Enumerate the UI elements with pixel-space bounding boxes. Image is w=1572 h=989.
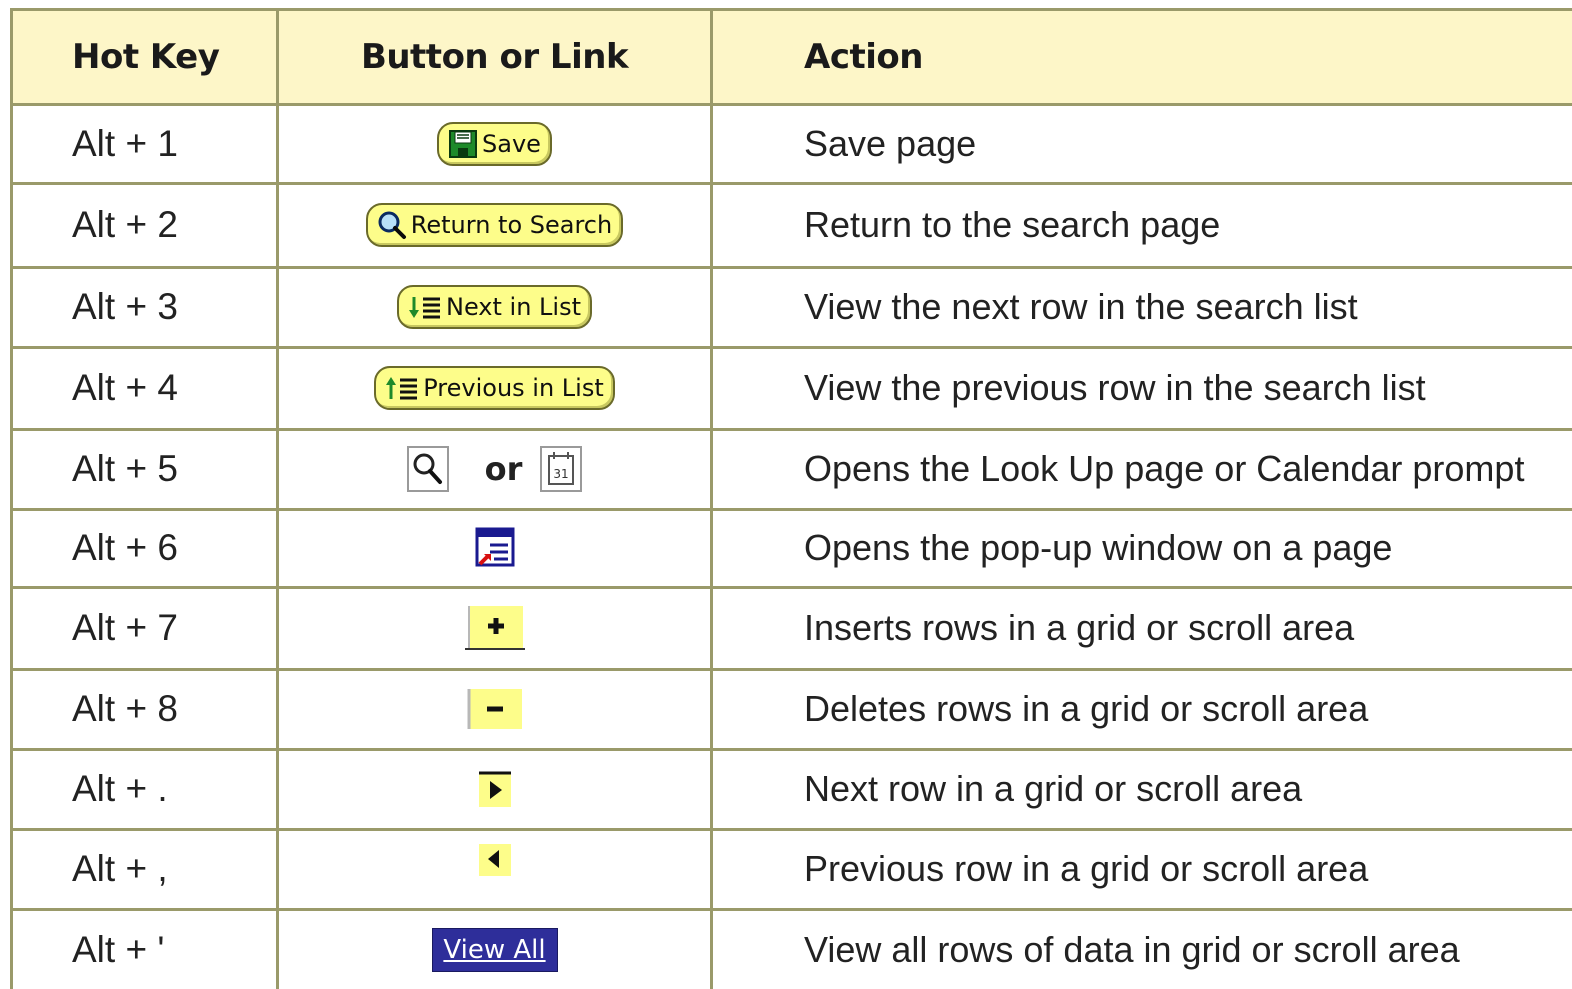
hotkey-cell: Alt + 5 (72, 448, 178, 489)
button-cell: or 31 (279, 430, 710, 508)
action-cell: Save page (804, 123, 977, 164)
button-cell (279, 670, 710, 748)
table-row: Alt + , Previous row in a grid or scroll… (0, 830, 1572, 908)
table-row: Alt + 1 Save Save page (0, 106, 1572, 182)
table-row: Alt + 3 Next in List View the next row i… (0, 268, 1572, 346)
return-to-search-button[interactable]: Return to Search (365, 203, 624, 247)
previous-in-list-button[interactable]: Previous in List (374, 366, 615, 410)
hotkey-cell: Alt + 8 (72, 688, 178, 729)
action-cell: Deletes rows in a grid or scroll area (804, 688, 1369, 729)
next-in-list-label: Next in List (446, 293, 581, 321)
hotkey-cell: Alt + 6 (72, 527, 178, 568)
view-all-link[interactable]: View All (431, 927, 558, 972)
button-cell (279, 588, 710, 668)
hotkey-cell: Alt + 7 (72, 607, 178, 648)
up-arrow-list-icon (385, 375, 419, 401)
hotkey-cell: Alt + 3 (72, 286, 178, 327)
button-cell: View All (279, 910, 710, 989)
action-cell: Next row in a grid or scroll area (804, 768, 1303, 809)
floppy-disk-icon (448, 129, 478, 159)
table-row: Alt + 2 Return to Search Return to the s… (0, 184, 1572, 266)
hotkey-cell: Alt + . (72, 768, 168, 809)
table-row: Alt + 5 or 31 Opens the Look Up page or … (0, 430, 1572, 508)
grid-line (10, 908, 1572, 911)
return-to-search-label: Return to Search (410, 211, 613, 239)
grid-line (10, 182, 1572, 185)
previous-in-list-label: Previous in List (423, 374, 604, 402)
popup-window-icon[interactable] (474, 526, 516, 570)
grid-line (10, 748, 1572, 751)
lookup-button[interactable] (406, 446, 449, 492)
table-row: Alt + 4 Previous in List View the previo… (0, 348, 1572, 428)
header-button-or-link: Button or Link (360, 37, 629, 77)
button-cell: Return to Search (279, 184, 710, 266)
action-cell: View the previous row in the search list (804, 367, 1426, 408)
hotkey-cell: Alt + 4 (72, 367, 178, 408)
grid-line (710, 8, 713, 989)
hotkey-cell: Alt + , (72, 848, 168, 889)
insert-row-plus-icon[interactable] (464, 604, 525, 652)
action-cell: Opens the Look Up page or Calendar promp… (804, 448, 1525, 489)
action-cell: Opens the pop-up window on a page (804, 527, 1393, 568)
table-row: Alt + 6 Opens the pop-up window on a pag… (0, 510, 1572, 586)
grid-line (10, 266, 1572, 269)
button-cell: Previous in List (279, 348, 710, 428)
button-cell (279, 510, 710, 586)
button-cell: Save (279, 106, 710, 182)
action-cell: Previous row in a grid or scroll area (804, 848, 1369, 889)
table-row: Alt + 8 Deletes rows in a grid or scroll… (0, 670, 1572, 748)
magnifier-icon (377, 210, 407, 240)
action-cell: View the next row in the search list (804, 286, 1358, 327)
table-row: Alt + 7 Inserts rows in a grid or scroll… (0, 588, 1572, 668)
hotkey-cell: Alt + 1 (72, 123, 178, 164)
grid-line (276, 8, 279, 989)
down-arrow-list-icon (408, 294, 442, 320)
button-cell (279, 750, 710, 828)
action-cell: Inserts rows in a grid or scroll area (804, 607, 1355, 648)
table-header-background (12, 10, 1572, 104)
grid-line (10, 8, 1572, 11)
header-hot-key: Hot Key (72, 37, 220, 77)
next-in-list-button[interactable]: Next in List (397, 285, 592, 329)
hotkey-cell: Alt + ' (72, 928, 165, 970)
save-button-label: Save (482, 130, 541, 158)
calendar-button[interactable]: 31 (540, 446, 583, 492)
svg-text:31: 31 (554, 467, 569, 481)
action-cell: Return to the search page (804, 204, 1221, 245)
table-row: Alt + . Next row in a grid or scroll are… (0, 750, 1572, 828)
button-cell: Next in List (279, 268, 710, 346)
grid-line (10, 103, 1572, 106)
grid-line (10, 346, 1572, 349)
or-text: or (484, 450, 523, 488)
button-cell (279, 830, 710, 908)
next-row-arrow-icon[interactable] (477, 769, 513, 809)
grid-line (10, 668, 1572, 671)
delete-row-minus-icon[interactable] (466, 687, 524, 731)
hotkey-cell: Alt + 2 (72, 204, 178, 245)
grid-line (10, 586, 1572, 589)
table-row: Alt + ' View All View all rows of data i… (0, 910, 1572, 989)
grid-line (10, 8, 13, 989)
header-action: Action (804, 37, 923, 77)
grid-line (10, 828, 1572, 831)
grid-line (10, 508, 1572, 511)
hotkey-table: Hot Key Button or Link Action Alt + 1 Sa… (0, 0, 1572, 989)
grid-line (10, 428, 1572, 431)
action-cell: View all rows of data in grid or scroll … (804, 928, 1460, 970)
save-button[interactable]: Save (437, 122, 552, 166)
previous-row-arrow-icon[interactable] (477, 842, 513, 878)
